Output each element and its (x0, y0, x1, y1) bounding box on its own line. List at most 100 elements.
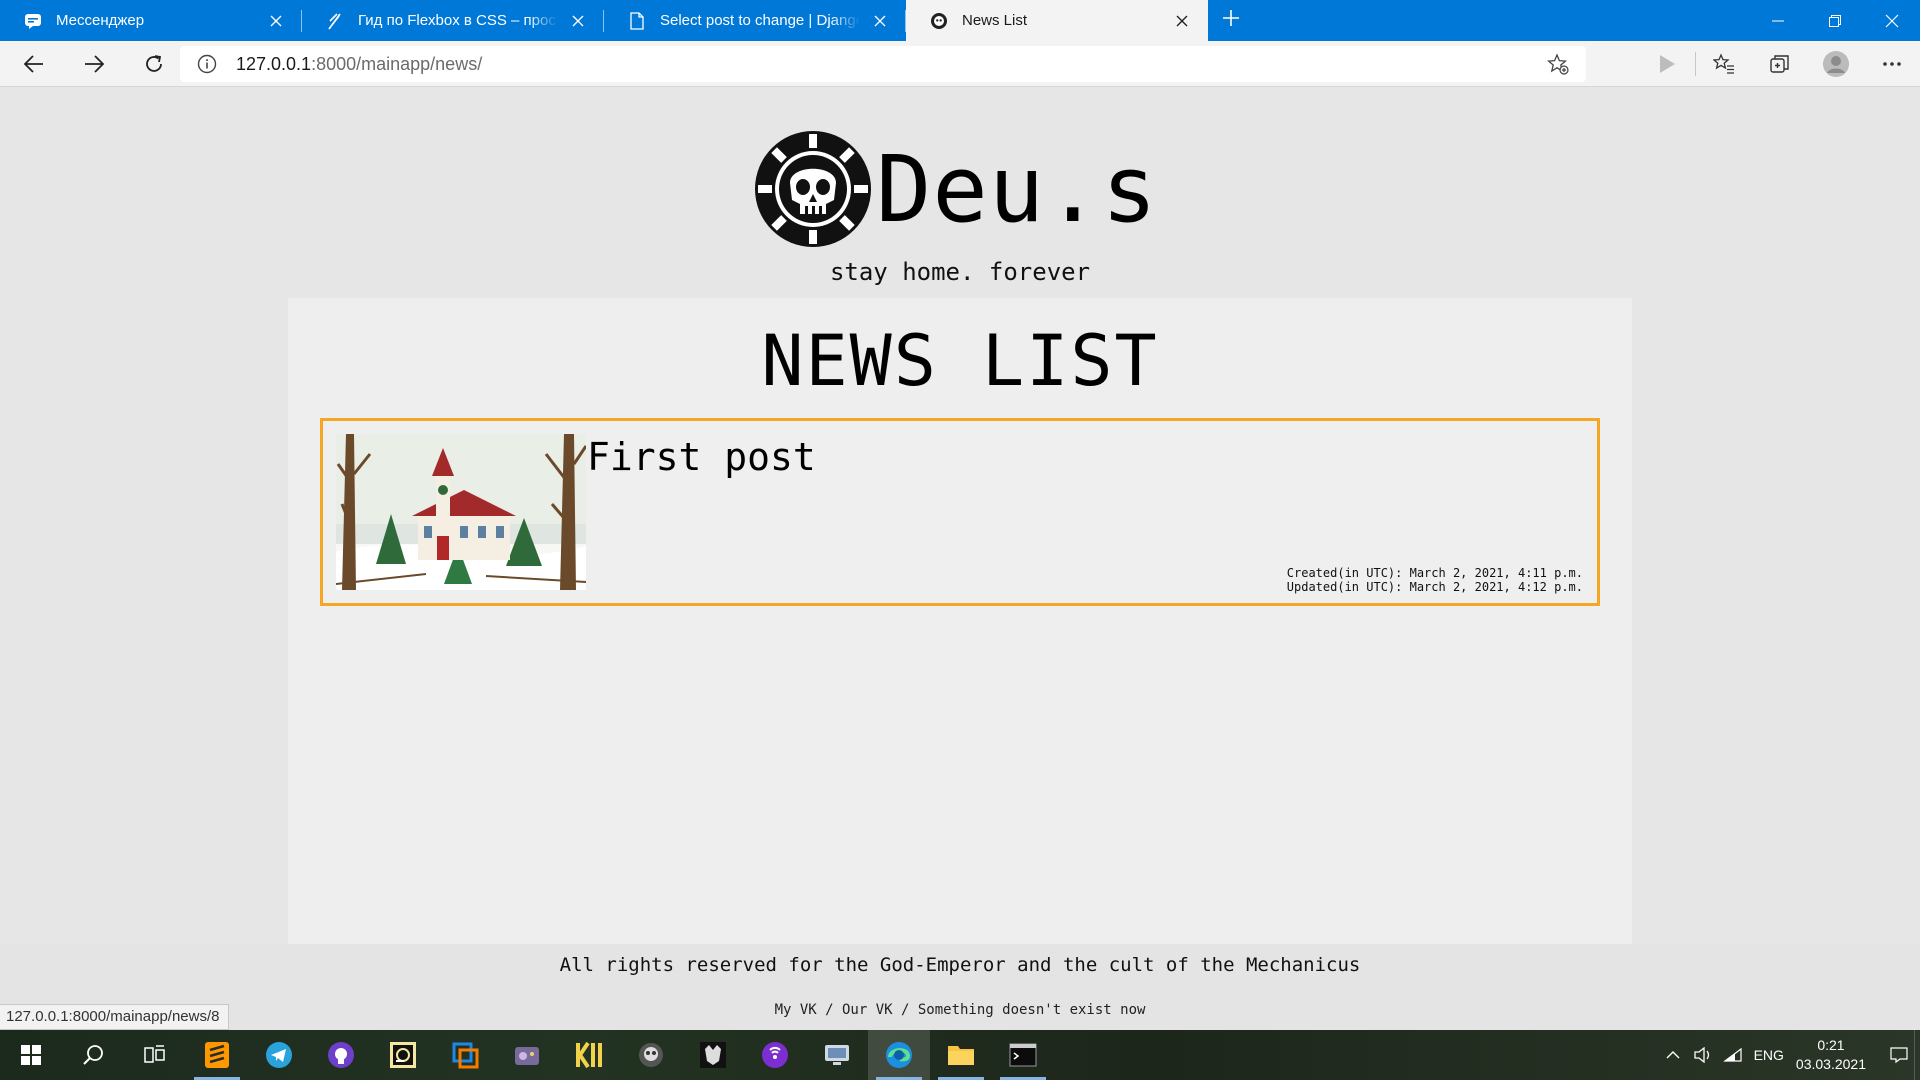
back-button[interactable] (8, 44, 60, 84)
profile-button[interactable] (1808, 41, 1864, 87)
url-path: :8000/mainapp/news/ (311, 53, 483, 74)
taskbar-wolf-app[interactable] (682, 1030, 744, 1080)
news-dates: Created(in UTC): March 2, 2021, 4:11 p.m… (1287, 566, 1583, 594)
avatar-icon (1823, 51, 1849, 77)
add-favorite-icon[interactable] (1546, 52, 1570, 76)
news-item[interactable]: First post Created(in UTC): March 2, 202… (320, 418, 1600, 606)
taskbar-kill-app[interactable] (558, 1030, 620, 1080)
read-aloud-button[interactable] (1639, 41, 1695, 87)
taskbar-edge[interactable] (868, 1030, 930, 1080)
remote-desktop-icon (825, 1045, 849, 1065)
minimize-button[interactable] (1749, 0, 1806, 41)
close-icon[interactable] (1170, 9, 1194, 33)
tab-title: Select post to change | Django s (660, 12, 860, 29)
tab-flexbox-guide[interactable]: Гид по Flexbox в CSS – просто и (302, 0, 604, 41)
game-launcher-icon (515, 1047, 539, 1065)
search-icon (83, 1045, 103, 1065)
taskbar-skull-app[interactable] (620, 1030, 682, 1080)
arrow-right-icon (85, 54, 104, 73)
more-icon (1883, 62, 1901, 66)
taskbar-virtualbox[interactable] (434, 1030, 496, 1080)
kii-app-icon (576, 1041, 602, 1069)
taskbar-telegram[interactable] (248, 1030, 310, 1080)
notification-icon (1890, 1047, 1908, 1064)
start-button[interactable] (0, 1030, 62, 1080)
show-desktop-button[interactable] (1914, 1030, 1920, 1080)
podcast-icon (762, 1042, 788, 1068)
taskbar-github-desktop[interactable] (310, 1030, 372, 1080)
favorites-button[interactable] (1696, 41, 1752, 87)
browser-toolbar: 127.0.0.1:8000/mainapp/news/ (0, 41, 1920, 87)
close-icon[interactable] (566, 9, 590, 33)
tab-title: Мессенджер (56, 12, 145, 29)
new-tab-button[interactable] (1208, 0, 1254, 41)
collections-icon (1770, 55, 1789, 73)
close-icon[interactable] (868, 9, 892, 33)
tab-title: News List (962, 12, 1028, 29)
news-title[interactable]: First post (587, 435, 816, 479)
input-language[interactable]: ENG (1754, 1047, 1784, 1063)
tab-django-admin[interactable]: Select post to change | Django s (604, 0, 906, 41)
chevron-up-icon (1666, 1051, 1680, 1059)
edge-browser-icon (886, 1042, 912, 1068)
footer-copyright: All rights reserved for the God-Emperor … (559, 954, 1361, 976)
taskbar-podcast-app[interactable] (744, 1030, 806, 1080)
site-tagline: stay home. forever (829, 258, 1091, 286)
restore-button[interactable] (1806, 0, 1863, 41)
notifications-button[interactable] (1884, 1030, 1914, 1080)
messenger-icon (24, 12, 42, 30)
info-icon[interactable] (196, 53, 218, 75)
site-footer: All rights reserved for the God-Emperor … (0, 944, 1920, 1030)
taskbar-terminal[interactable] (992, 1030, 1054, 1080)
taskbar-remote-desktop[interactable] (806, 1030, 868, 1080)
settings-more-button[interactable] (1864, 41, 1920, 87)
news-thumbnail-image[interactable] (336, 434, 586, 590)
forward-button[interactable] (68, 44, 120, 84)
taskbar-pycharm[interactable] (372, 1030, 434, 1080)
news-updated-date: Updated(in UTC): March 2, 2021, 4:12 p.m… (1286, 580, 1583, 594)
web-page: Deu.s stay home. forever NEWS LIST First… (0, 88, 1920, 1030)
taskbar-file-explorer[interactable] (930, 1030, 992, 1080)
virtualbox-icon (452, 1042, 479, 1069)
tab-strip: Мессенджер Гид по Flexbox в CSS – просто… (0, 0, 1920, 41)
refresh-button[interactable] (128, 44, 180, 84)
collections-button[interactable] (1752, 41, 1808, 87)
site-logo[interactable]: Deu.s (752, 128, 1158, 250)
tab-messenger[interactable]: Мессенджер (0, 0, 302, 41)
refresh-icon (146, 54, 162, 72)
arrow-left-icon (24, 54, 43, 73)
show-hidden-icons-button[interactable] (1658, 1030, 1688, 1080)
search-button[interactable] (62, 1030, 124, 1080)
favorites-list-icon (1713, 53, 1734, 74)
windows-logo-icon (21, 1045, 41, 1065)
link-status-bar: 127.0.0.1:8000/mainapp/news/8 (0, 1004, 229, 1030)
news-created-date: Created(in UTC): March 2, 2021, 4:11 p.m… (1286, 566, 1583, 580)
close-window-button[interactable] (1863, 0, 1920, 41)
main-content: NEWS LIST First post Created(in UTC): Ma… (288, 298, 1632, 944)
logo-text: Deu.s (876, 135, 1158, 243)
clock-time: 0:21 (1817, 1037, 1845, 1053)
network-button[interactable] (1718, 1030, 1748, 1080)
terminal-icon (1009, 1043, 1037, 1067)
toolbar-actions (1639, 41, 1920, 87)
close-icon[interactable] (264, 9, 288, 33)
page-title: NEWS LIST (761, 320, 1159, 402)
github-icon (328, 1042, 354, 1068)
tab-news-list[interactable]: News List (906, 0, 1208, 41)
skull-cog-logo-icon (755, 131, 871, 247)
task-view-button[interactable] (124, 1030, 186, 1080)
volume-button[interactable] (1688, 1030, 1718, 1080)
url-host: 127.0.0.1 (236, 53, 312, 74)
taskbar-game-app[interactable] (496, 1030, 558, 1080)
folder-icon (948, 1046, 974, 1065)
address-bar[interactable]: 127.0.0.1:8000/mainapp/news/ (180, 46, 1586, 82)
sublime-text-icon (205, 1042, 229, 1068)
system-tray: ENG 0:21 03.03.2021 (1658, 1030, 1920, 1080)
taskbar-sublime-text[interactable] (186, 1030, 248, 1080)
feather-icon (326, 12, 344, 30)
tab-title: Гид по Flexbox в CSS – просто и (358, 12, 558, 29)
play-icon (1660, 55, 1675, 73)
system-clock[interactable]: 0:21 03.03.2021 (1796, 1036, 1866, 1074)
wolf-app-icon (700, 1042, 726, 1068)
footer-links[interactable]: My VK / Our VK / Something doesn't exist… (0, 1002, 1920, 1018)
